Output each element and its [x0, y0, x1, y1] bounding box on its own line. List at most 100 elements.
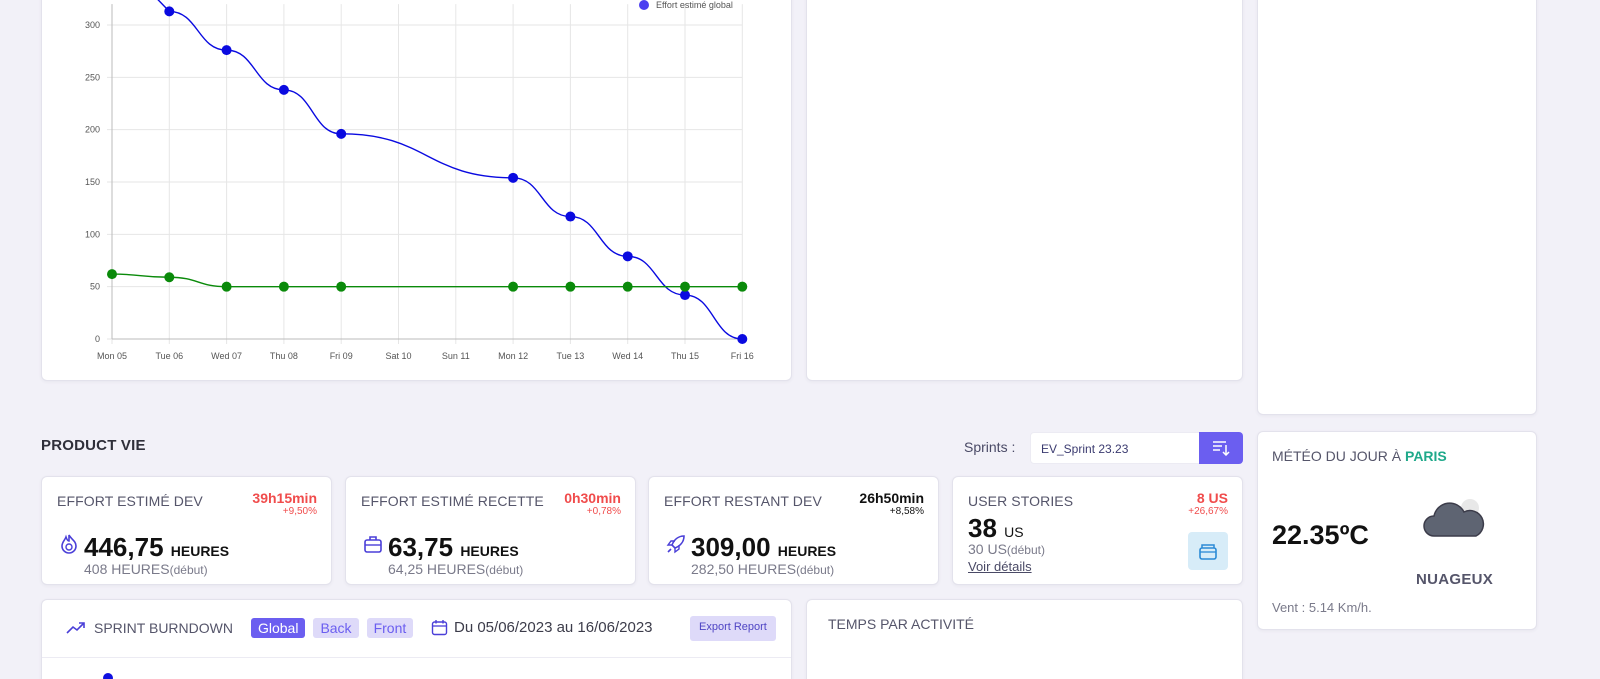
trend-up-icon: [66, 622, 85, 634]
kpi-title: EFFORT ESTIMÉ RECETTE: [361, 493, 544, 509]
effort-line-chart: Mon 05 Tue 06 Wed 07 Thu 08 Fri 09 Sat 10 Sun …: [85, 0, 754, 361]
date-range[interactable]: Du 05/06/2023 au 16/06/2023: [431, 619, 653, 636]
tab-global[interactable]: Global: [250, 618, 306, 638]
calendar-icon: [431, 620, 448, 636]
x-tick-label: Thu 08: [270, 351, 298, 361]
sprint-select[interactable]: EV_Sprint 23.23: [1030, 432, 1200, 464]
kpi-delta: 39h15min +9,50%: [252, 490, 317, 518]
y-tick-label: 100: [85, 229, 100, 239]
legend-swatch: [639, 0, 649, 10]
kpi-value-number: 63,75: [388, 532, 454, 562]
sort-list-icon: [1213, 441, 1230, 456]
y-tick-label: 300: [85, 20, 100, 30]
legend-label: Effort estimé global: [656, 0, 733, 10]
series-point: [622, 281, 633, 292]
cloud-icon: [1423, 499, 1485, 537]
weather-title-text: MÉTÉO DU JOUR À: [1272, 448, 1402, 464]
weather-wind: Vent : 5.14 Km/h.: [1272, 600, 1372, 615]
kpi-delta-pct: +9,50%: [282, 506, 317, 517]
weather-desc: NUAGEUX: [1416, 571, 1494, 588]
kpi-delta: 8 US +26,67%: [1188, 490, 1228, 518]
series-point: [737, 281, 748, 292]
us-icon-box: [1188, 532, 1228, 570]
series-point: [737, 334, 748, 344]
tab-front[interactable]: Front: [366, 618, 414, 638]
kpi-delta-value: 26h50min: [859, 490, 924, 506]
kpi-title: EFFORT ESTIMÉ DEV: [57, 493, 203, 509]
effort-chart-card: Mon 05 Tue 06 Wed 07 Thu 08 Fri 09 Sat 10 Sun …: [41, 0, 792, 381]
briefcase-icon: [364, 536, 382, 553]
burndown-title: SPRINT BURNDOWN: [94, 620, 233, 636]
kpi-start: 282,50 HEURES(début): [691, 561, 834, 577]
kpi-title: EFFORT RESTANT DEV: [664, 493, 822, 509]
series-point: [565, 281, 576, 292]
kpi-card-effort-estime-dev: EFFORT ESTIMÉ DEV 39h15min +9,50% 446,75…: [41, 476, 332, 585]
empty-panel: [806, 0, 1243, 381]
series-point: [680, 281, 690, 292]
kpi-start-value: 282,50 HEURES: [691, 561, 797, 577]
sort-button[interactable]: [1199, 432, 1243, 464]
series-line: [157, 0, 743, 340]
section-title: PRODUCT VIE: [41, 437, 146, 454]
rocket-icon: [666, 535, 685, 554]
empty-side-panel: [1257, 0, 1537, 415]
x-tick-label: Sat 10: [385, 351, 411, 361]
kpi-unit: HEURES: [460, 543, 519, 559]
x-tick-label: Wed 07: [211, 351, 242, 361]
x-tick-label: Mon 05: [97, 351, 127, 361]
kpi-start-value: 408 HEURES: [84, 561, 170, 577]
series-point: [221, 281, 232, 292]
x-tick-label: Mon 12: [498, 351, 528, 361]
kpi-unit: HEURES: [170, 543, 230, 559]
burndown-header: SPRINT BURNDOWN Global Back Front: [66, 618, 414, 638]
kpi-start: 408 HEURES(début): [84, 561, 208, 577]
series-point: [336, 128, 347, 139]
x-tick-label: Wed 14: [612, 351, 643, 361]
tab-back[interactable]: Back: [313, 618, 359, 638]
export-report-button[interactable]: Export Report: [690, 616, 776, 641]
weather-card: MÉTÉO DU JOUR À PARIS 22.35ºC NUAGEUX Ve…: [1257, 431, 1537, 630]
us-start-value: 30 US: [968, 541, 1007, 557]
kpi-delta-pct: +8,58%: [889, 506, 924, 517]
sprints-label: Sprints :: [964, 439, 1016, 455]
kpi-delta-value: 39h15min: [252, 490, 317, 506]
kpi-start-suffix: (début): [796, 563, 835, 577]
sprint-burndown-card: SPRINT BURNDOWN Global Back Front Du 05/…: [41, 599, 792, 679]
us-start: 30 US(début): [968, 541, 1045, 557]
x-tick-label: Fri 16: [731, 351, 754, 361]
series-point: [565, 211, 576, 222]
kpi-card-effort-restant-dev: EFFORT RESTANT DEV 26h50min +8,58% 309,0…: [648, 476, 939, 585]
kpi-title: USER STORIES: [968, 493, 1074, 509]
temps-par-activite-card: TEMPS PAR ACTIVITÉ: [806, 599, 1243, 679]
weather-title: MÉTÉO DU JOUR À PARIS: [1272, 448, 1447, 464]
us-value-number: 38: [968, 513, 997, 543]
y-tick-label: 0: [95, 334, 100, 344]
y-tick-label: 200: [85, 125, 100, 135]
kpi-delta: 0h30min +0,78%: [564, 490, 621, 518]
kpi-start-value: 64,25 HEURES: [388, 561, 486, 577]
kpi-value-number: 309,00: [691, 532, 771, 562]
series-point: [164, 272, 175, 283]
kpi-unit: HEURES: [777, 543, 837, 559]
x-tick-label: Tue 06: [155, 351, 183, 361]
kpi-value-number: 446,75: [84, 532, 164, 562]
voir-details-link[interactable]: Voir détails: [968, 559, 1032, 574]
y-tick-label: 250: [85, 72, 100, 82]
us-start-suffix: (début): [1006, 543, 1045, 557]
x-tick-label: Sun 11: [442, 351, 470, 361]
x-tick-label: Tue 13: [557, 351, 585, 361]
kpi-start-suffix: (début): [485, 563, 524, 577]
kpi-delta-value: 0h30min: [564, 490, 621, 506]
weather-city: PARIS: [1405, 448, 1447, 464]
chart-point: [103, 673, 113, 679]
series-point: [622, 251, 633, 262]
kpi-delta: 26h50min +8,58%: [859, 490, 924, 518]
series-point: [107, 269, 117, 280]
flame-icon: [61, 534, 77, 554]
x-tick-label: Thu 15: [671, 351, 699, 361]
weather-temp: 22.35ºC: [1272, 520, 1369, 550]
kpi-start: 64,25 HEURES(début): [388, 561, 523, 577]
series-point: [164, 6, 175, 17]
kpi-card-effort-estime-recette: EFFORT ESTIMÉ RECETTE 0h30min +0,78% 63,…: [345, 476, 636, 585]
kpi-card-user-stories: USER STORIES 8 US +26,67% 38 US 30 US(dé…: [952, 476, 1243, 585]
